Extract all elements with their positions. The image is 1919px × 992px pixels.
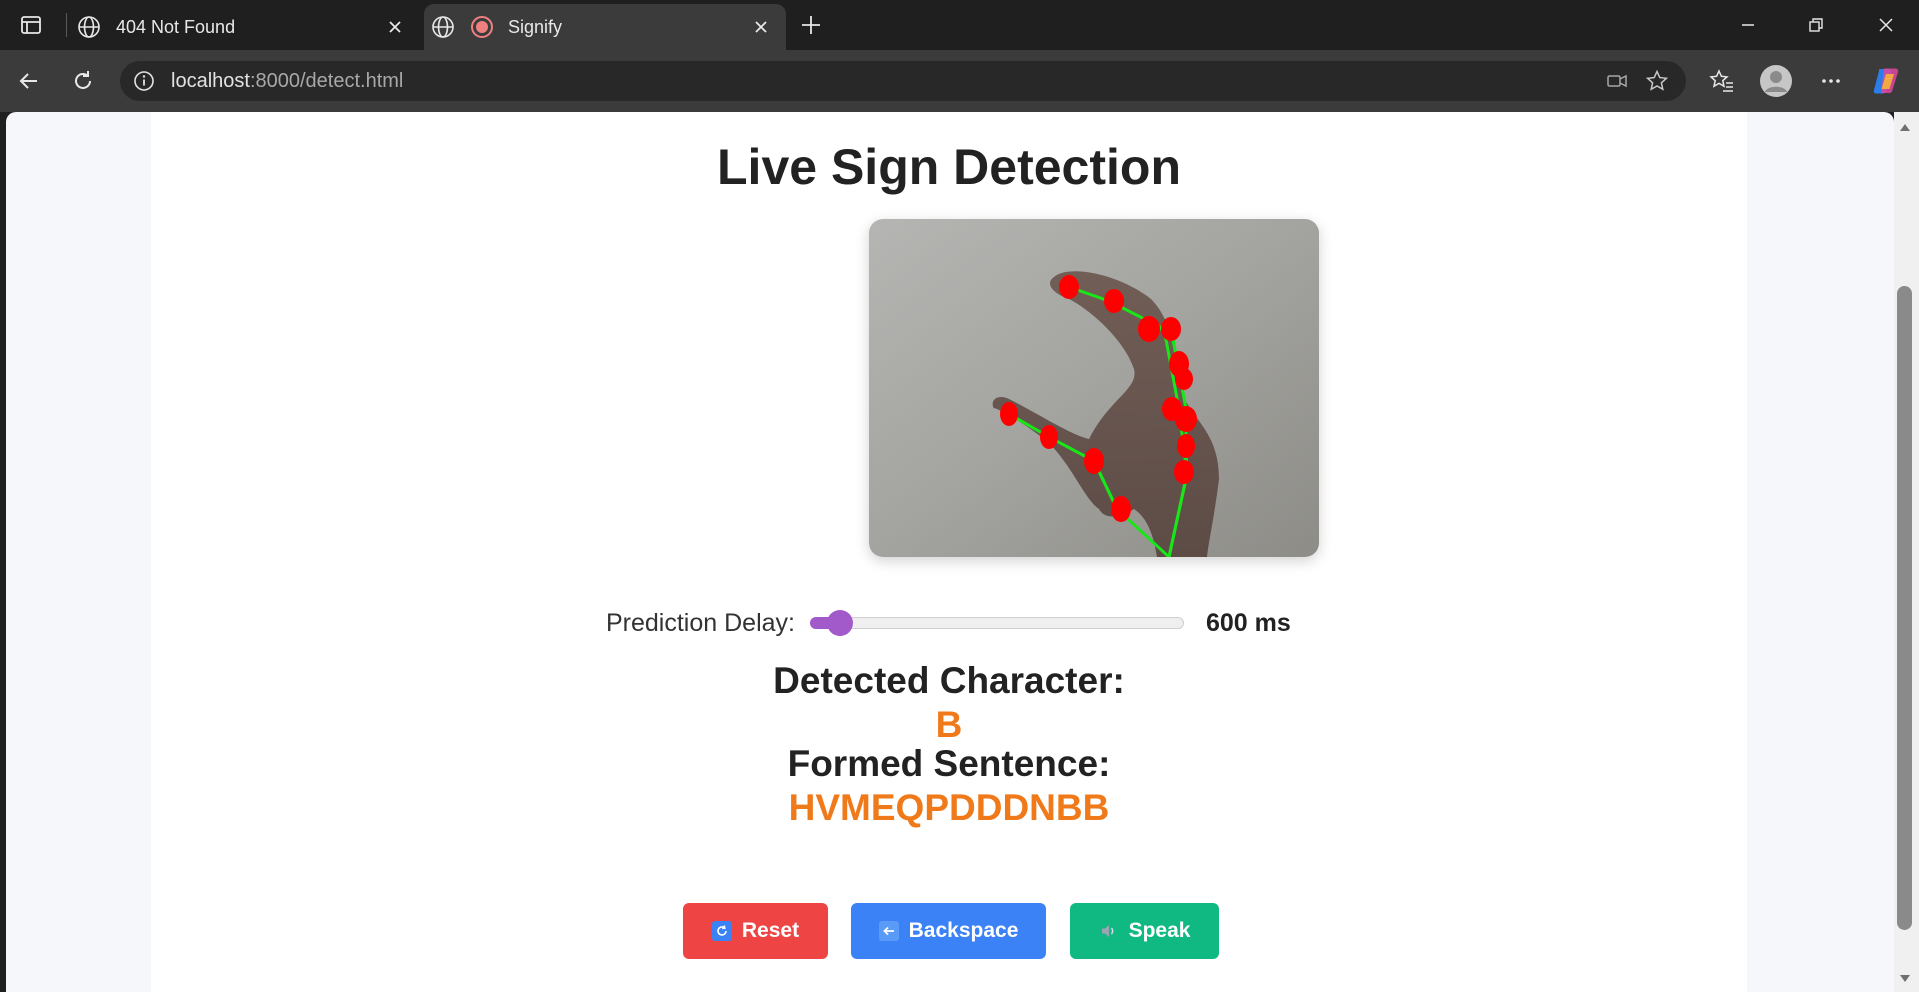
globe-icon [76,14,102,40]
close-tab-icon[interactable] [380,12,410,42]
tab-strip: 404 Not Found Signify [0,0,1919,50]
restore-icon[interactable] [1786,6,1846,44]
back-icon[interactable] [10,62,48,100]
speak-button[interactable]: Speak [1070,903,1219,959]
backspace-label: Backspace [908,919,1019,942]
copilot-icon[interactable] [1867,62,1905,100]
page-title: Live Sign Detection [717,139,1181,195]
speaker-icon [1099,921,1119,941]
close-window-icon[interactable] [1856,6,1916,44]
backspace-button[interactable]: Backspace [851,903,1046,959]
speak-label: Speak [1128,919,1191,942]
page-viewport: Live Sign Detection Prediction Delay: 60… [6,112,1894,992]
tab-signify[interactable]: Signify [424,4,786,50]
scroll-down-icon[interactable] [1896,970,1914,988]
profile-avatar-icon[interactable] [1757,62,1795,100]
tab-separator [66,13,67,37]
url-host: localhost [171,70,250,92]
prediction-delay-label: Prediction Delay: [606,609,795,637]
detection-card: Live Sign Detection Prediction Delay: 60… [151,112,1747,992]
recording-icon [470,15,494,39]
left-arrow-icon [878,921,899,941]
detected-character-value: B [935,704,963,745]
reset-label: Reset [741,919,800,942]
address-bar[interactable]: localhost:8000/detect.html [120,61,1686,101]
webcam-image [869,219,1319,557]
slider-thumb[interactable] [827,610,854,636]
camera-icon[interactable] [1604,68,1630,94]
formed-sentence-value: HVMEQPDDDNBB [788,787,1110,828]
favorite-star-icon[interactable] [1644,68,1670,94]
url-text: localhost:8000/detect.html [171,70,403,93]
site-info-icon[interactable] [132,69,156,93]
browser-toolbar: localhost:8000/detect.html [0,50,1919,112]
globe-icon [430,14,456,40]
tab-404-not-found[interactable]: 404 Not Found [70,4,420,50]
scroll-up-icon[interactable] [1896,118,1914,136]
reload-icon[interactable] [64,62,102,100]
more-options-icon[interactable] [1812,62,1850,100]
tab-title: Signify [508,16,563,37]
prediction-delay-value: 600 ms [1206,609,1291,637]
formed-sentence-label: Formed Sentence: [787,743,1111,784]
reset-button[interactable]: Reset [683,903,828,959]
tab-title: 404 Not Found [116,16,236,37]
webcam-feed [869,219,1319,557]
detected-character-label: Detected Character: [773,660,1125,701]
minimize-icon[interactable] [1718,6,1778,44]
close-tab-icon[interactable] [746,12,776,42]
new-tab-icon[interactable] [796,10,826,40]
refresh-icon [711,921,732,941]
favorites-icon[interactable] [1703,62,1741,100]
scrollbar-thumb[interactable] [1897,286,1912,930]
url-path: :8000/detect.html [249,70,404,92]
tab-actions-icon[interactable] [14,10,48,40]
prediction-delay-slider[interactable] [810,617,1184,629]
